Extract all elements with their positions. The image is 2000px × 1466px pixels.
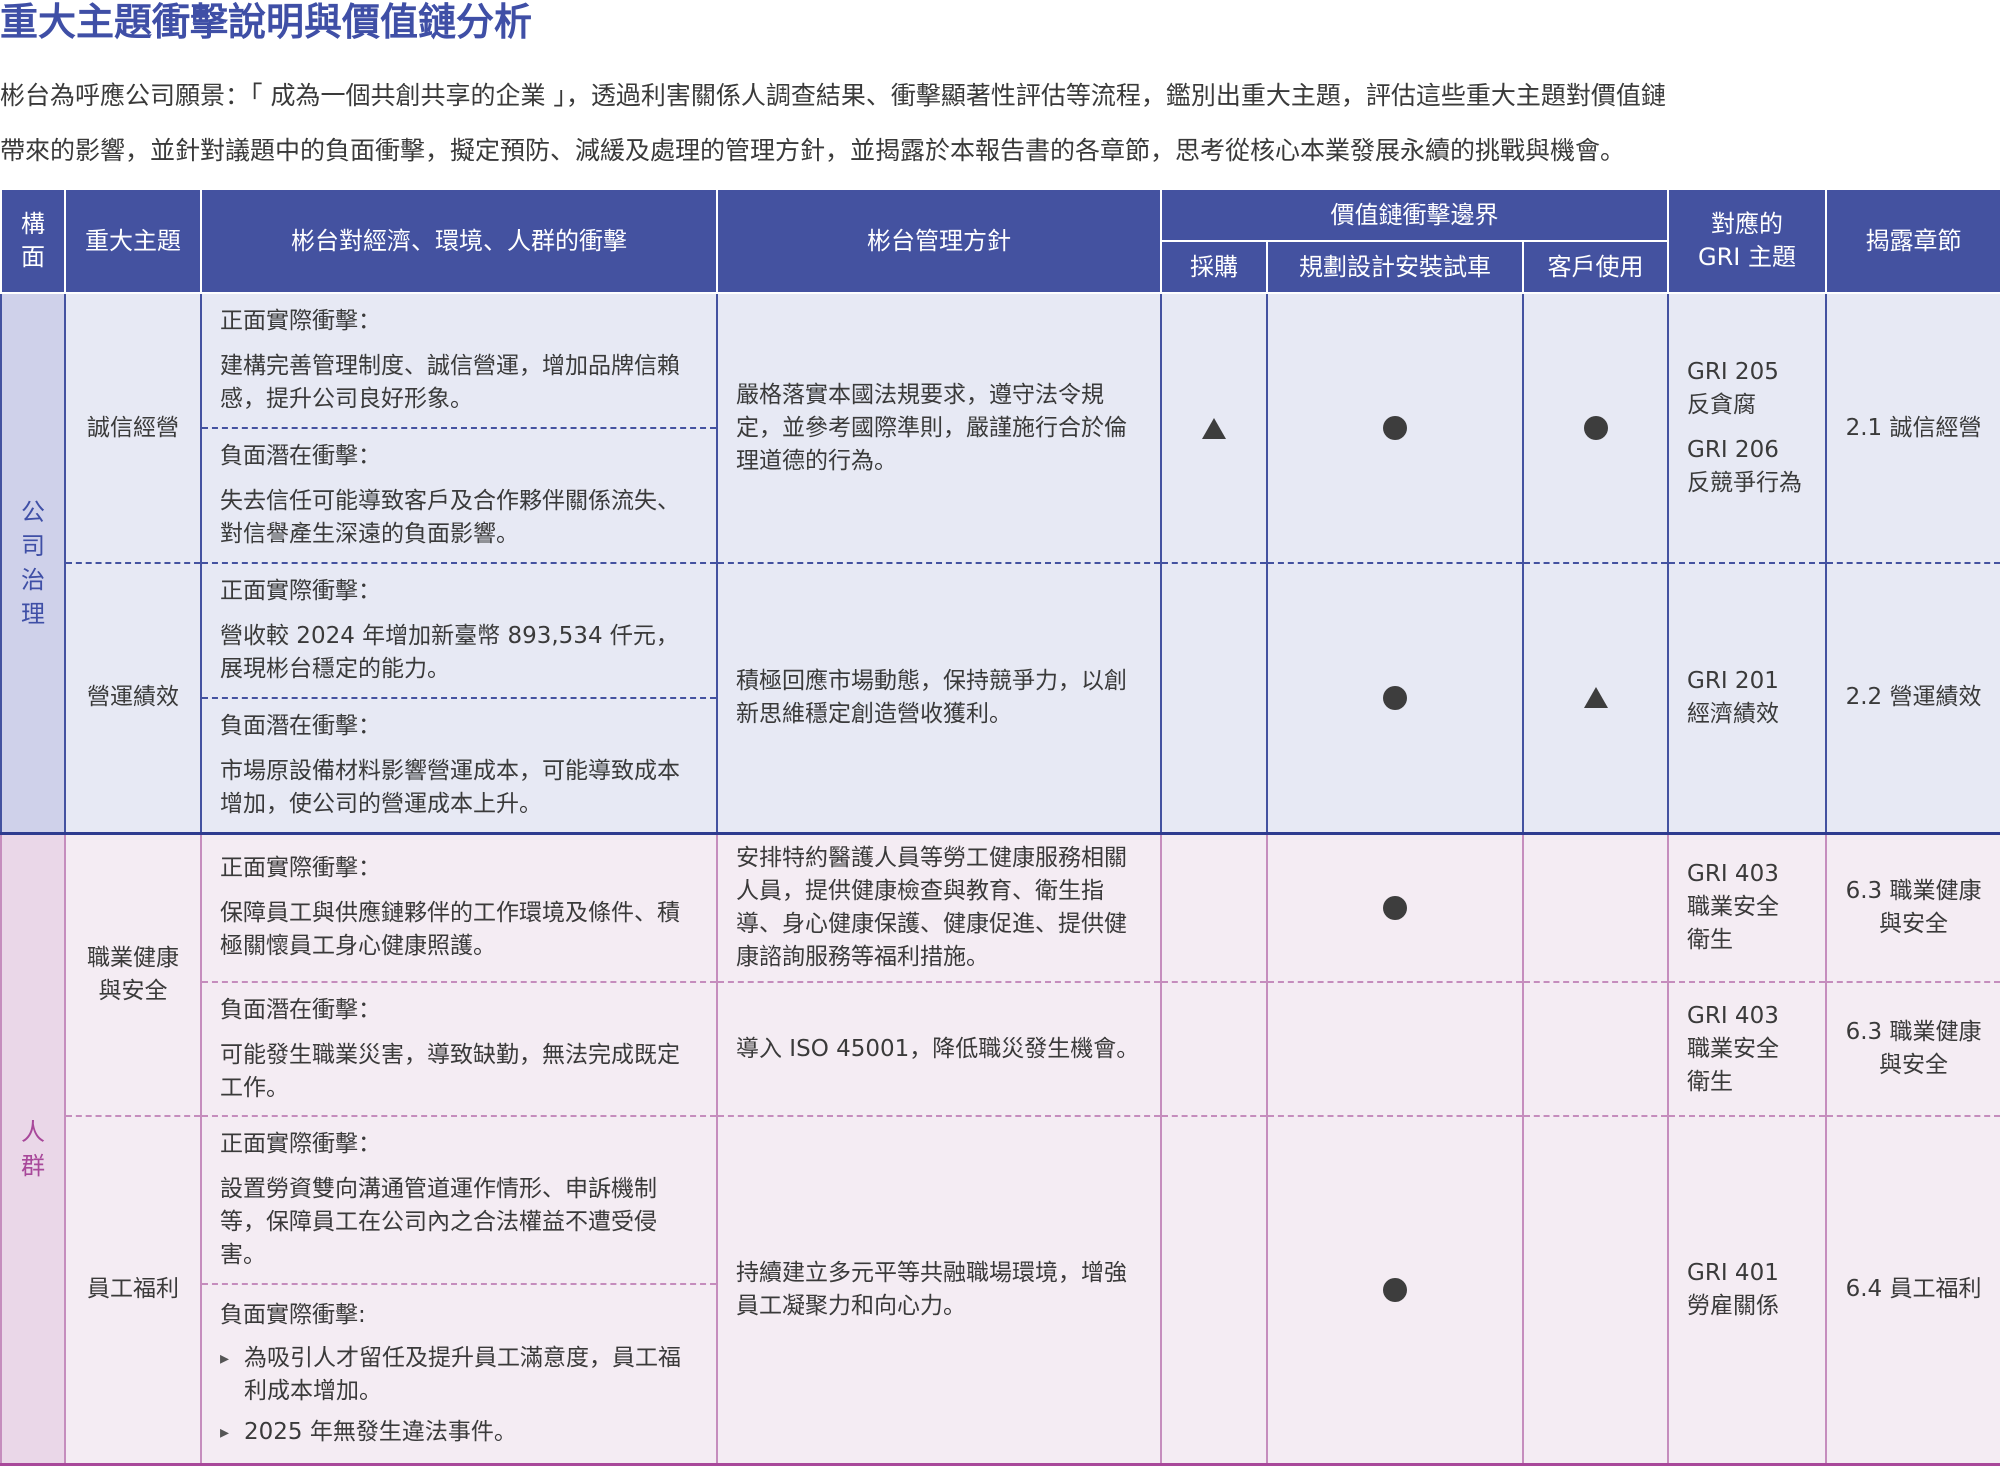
design-empty <box>1266 982 1524 1117</box>
chapter-ohs-negative: 6.3 職業健康與安全 <box>1825 982 2000 1117</box>
customer-empty <box>1521 833 1670 983</box>
gri-ohs-negative: GRI 403 職業安全 衛生 <box>1667 982 1828 1117</box>
header-gri: 對應的 GRI 主題 <box>1667 188 1828 294</box>
impact-text: 可能發生職業災害，導致缺勤，無法完成既定工作。 <box>220 1041 680 1101</box>
header-procurement: 採購 <box>1160 240 1268 294</box>
policy-integrity: 嚴格落實本國法規要求，遵守法令規定，並參考國際準則，嚴謹施行合於倫理道德的行為。 <box>716 293 1162 564</box>
gri-integrity: GRI 205 反貪腐 GRI 206 反競爭行為 <box>1667 293 1828 564</box>
policy-operation: 積極回應市場動態，保持競爭力，以創新思維穩定創造營收獲利。 <box>716 563 1162 835</box>
impact-label: 負面潛在衝擊： <box>220 996 381 1023</box>
dimension-governance: 公司治理 <box>0 293 66 835</box>
topic-integrity: 誠信經營 <box>64 293 202 564</box>
page-title: 重大主題衝擊說明與價值鏈分析 <box>0 0 533 44</box>
impact-negative: 負面潛在衝擊： 可能發生職業災害，導致缺勤，無法完成既定工作。 <box>200 982 718 1117</box>
impact-label: 負面實際衝擊: <box>220 1301 366 1328</box>
gri-operation: GRI 201 經濟績效 <box>1667 563 1828 835</box>
bullet-item: 為吸引人才留任及提升員工滿意度，員工福利成本增加。 <box>220 1342 698 1408</box>
intro-line: 帶來的影響，並針對議題中的負面衝擊，擬定預防、減緩及處理的管理方針，並揭露於本報… <box>0 136 1626 165</box>
dimension-people: 人群 <box>0 833 66 1466</box>
header-customer: 客戶使用 <box>1521 240 1670 294</box>
header-design: 規劃設計安裝試車 <box>1266 240 1524 294</box>
gri-welfare: GRI 401 勞雇關係 <box>1667 1116 1828 1466</box>
procurement-empty <box>1160 563 1268 835</box>
impact-text: 設置勞資雙向溝通管道運作情形、申訴機制等，保障員工在公司內之合法權益不遭受侵害。 <box>220 1176 657 1268</box>
impact-label: 負面潛在衝擊： <box>220 443 381 469</box>
impact-label: 正面實際衝擊： <box>220 308 381 334</box>
design-circle-icon <box>1266 293 1524 564</box>
procurement-triangle-icon <box>1160 293 1268 564</box>
chapter-operation: 2.2 營運績效 <box>1825 563 2000 835</box>
impact-text: 市場原設備材料影響營運成本，可能導致成本增加，使公司的營運成本上升。 <box>220 757 680 817</box>
customer-triangle-icon <box>1521 563 1670 835</box>
chapter-welfare: 6.4 員工福利 <box>1825 1116 2000 1466</box>
chapter-integrity: 2.1 誠信經營 <box>1825 293 2000 564</box>
materiality-table: 構面 重大主題 彬台對經濟、環境、人群的衝擊 彬台管理方針 價值鏈衝擊邊界 對應… <box>0 188 2000 1466</box>
policy-welfare: 持續建立多元平等共融職場環境，增強員工凝聚力和向心力。 <box>716 1116 1162 1466</box>
customer-empty <box>1521 982 1670 1117</box>
impact-label: 正面實際衝擊： <box>220 855 381 882</box>
procurement-empty <box>1160 833 1268 983</box>
policy-ohs-positive: 安排特約醫護人員等勞工健康服務相關人員，提供健康檢查與教育、衛生指導、身心健康保… <box>716 833 1162 983</box>
design-circle-icon <box>1266 833 1524 983</box>
impact-positive: 正面實際衝擊： 保障員工與供應鏈夥伴的工作環境及條件、積極關懷員工身心健康照護。 <box>200 833 718 983</box>
customer-empty <box>1521 1116 1670 1466</box>
design-circle-icon <box>1266 563 1524 835</box>
bullet-item: 2025 年無發生違法事件。 <box>220 1416 698 1449</box>
impact-positive: 正面實際衝擊： 營收較 2024 年增加新臺幣 893,534 仟元，展現彬台穩… <box>200 563 718 699</box>
intro-paragraph: 彬台為呼應公司願景：「 成為一個共創共享的企業 」，透過利害關係人調查結果、衝擊… <box>0 68 2000 178</box>
header-value-chain: 價值鏈衝擊邊界 <box>1159 188 1670 242</box>
topic-welfare: 員工福利 <box>64 1116 202 1466</box>
header-impact: 彬台對經濟、環境、人群的衝擊 <box>200 188 718 294</box>
design-circle-icon <box>1266 1116 1524 1466</box>
topic-ohs: 職業健康與安全 <box>64 833 202 1117</box>
intro-line: 彬台為呼應公司願景：「 成為一個共創共享的企業 」，透過利害關係人調查結果、衝擊… <box>0 81 1666 110</box>
customer-circle-icon <box>1521 293 1670 564</box>
gri-ohs-positive: GRI 403 職業安全 衛生 <box>1667 833 1828 983</box>
chapter-ohs-positive: 6.3 職業健康與安全 <box>1825 833 2000 983</box>
procurement-empty <box>1160 982 1268 1117</box>
impact-negative: 負面實際衝擊: 為吸引人才留任及提升員工滿意度，員工福利成本增加。 2025 年… <box>200 1284 718 1466</box>
impact-positive: 正面實際衝擊： 設置勞資雙向溝通管道運作情形、申訴機制等，保障員工在公司內之合法… <box>200 1116 718 1285</box>
header-topic: 重大主題 <box>64 188 202 294</box>
impact-label: 負面潛在衝擊： <box>220 712 381 739</box>
impact-negative: 負面潛在衝擊： 失去信任可能導致客戶及合作夥伴關係流失、對信譽產生深遠的負面影響… <box>200 428 718 564</box>
impact-positive: 正面實際衝擊： 建構完善管理制度、誠信營運，增加品牌信賴感，提升公司良好形象。 <box>200 293 718 429</box>
impact-text: 營收較 2024 年增加新臺幣 893,534 仟元，展現彬台穩定的能力。 <box>220 623 679 682</box>
topic-operation: 營運績效 <box>64 563 202 835</box>
header-dimension: 構面 <box>0 188 66 294</box>
policy-ohs-negative: 導入 ISO 45001，降低職災發生機會。 <box>716 982 1162 1117</box>
procurement-empty <box>1160 1116 1268 1466</box>
header-policy: 彬台管理方針 <box>716 188 1162 294</box>
impact-negative: 負面潛在衝擊： 市場原設備材料影響營運成本，可能導致成本增加，使公司的營運成本上… <box>200 698 718 835</box>
header-chapter: 揭露章節 <box>1825 188 2000 294</box>
impact-text: 失去信任可能導致客戶及合作夥伴關係流失、對信譽產生深遠的負面影響。 <box>220 488 680 547</box>
impact-text: 保障員工與供應鏈夥伴的工作環境及條件、積極關懷員工身心健康照護。 <box>220 900 680 960</box>
impact-label: 正面實際衝擊： <box>220 1131 381 1157</box>
impact-text: 建構完善管理制度、誠信營運，增加品牌信賴感，提升公司良好形象。 <box>220 353 680 412</box>
impact-label: 正面實際衝擊： <box>220 578 381 604</box>
